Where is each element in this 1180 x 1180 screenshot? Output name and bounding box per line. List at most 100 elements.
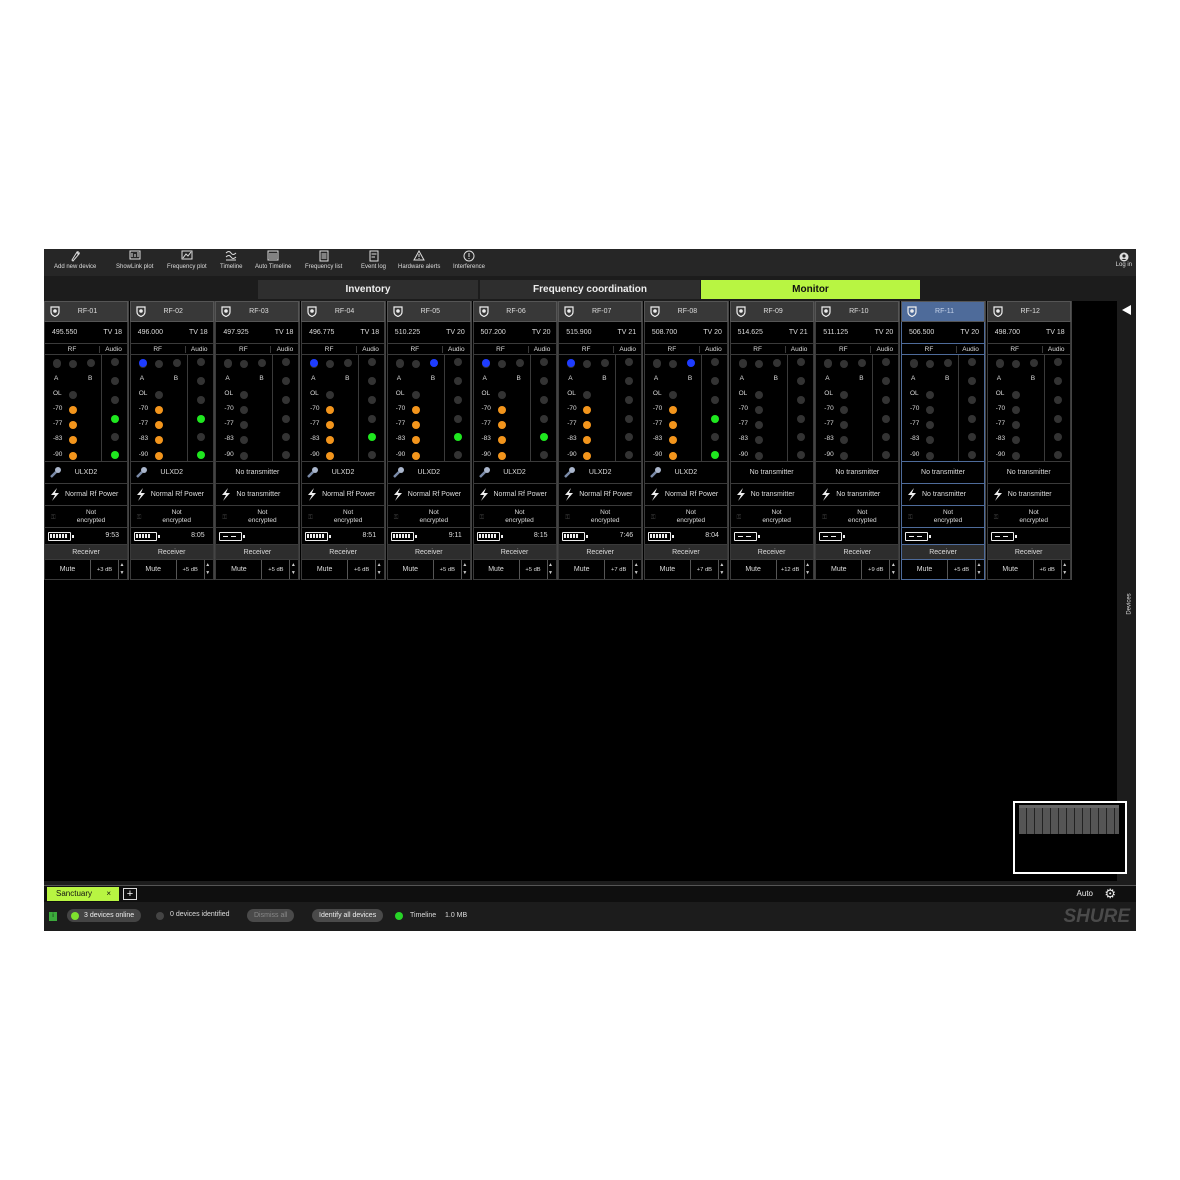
interference-button[interactable]: Interference	[453, 250, 485, 270]
mute-button[interactable]: Mute	[645, 560, 691, 579]
transmitter-row[interactable]: No transmitter	[815, 462, 900, 484]
channel-strip[interactable]: RF-01 495.550 TV 18 RF Audio A B OL -70 -7…	[44, 301, 129, 580]
transmitter-row[interactable]: No transmitter	[901, 462, 985, 484]
channel-strip[interactable]: RF-02 496.000 TV 18 RF Audio A B OL -70 -7…	[129, 301, 215, 580]
receiver-button[interactable]: Receiver	[901, 545, 985, 560]
channel-header[interactable]: RF-07	[558, 301, 643, 322]
gain-down-icon[interactable]: ▼	[290, 570, 296, 576]
login-button[interactable]: Log in	[1116, 252, 1132, 268]
mute-button[interactable]: Mute	[731, 560, 777, 579]
gain-up-icon[interactable]: ▲	[976, 562, 982, 568]
add-tab-button[interactable]: +	[123, 888, 137, 900]
channel-header[interactable]: RF-12	[986, 301, 1071, 322]
gain-up-icon[interactable]: ▲	[890, 562, 896, 568]
gain-down-icon[interactable]: ▼	[119, 570, 125, 576]
gain-down-icon[interactable]: ▼	[719, 570, 725, 576]
transmitter-row[interactable]: No transmitter	[215, 462, 300, 484]
gain-up-icon[interactable]: ▲	[719, 562, 725, 568]
channel-strip[interactable]: RF-06 507.200 TV 20 RF Audio A B OL -70 -7…	[472, 301, 558, 580]
frequency-row[interactable]: 506.500 TV 20	[901, 322, 985, 344]
receiver-button[interactable]: Receiver	[472, 545, 557, 560]
gain-up-icon[interactable]: ▲	[1062, 562, 1068, 568]
channel-strip[interactable]: RF-04 496.775 TV 18 RF Audio A B OL -70 -7…	[301, 301, 387, 580]
gain-down-icon[interactable]: ▼	[462, 570, 468, 576]
receiver-button[interactable]: Receiver	[129, 545, 214, 560]
frequency-row[interactable]: 496.000 TV 18	[129, 322, 214, 344]
frequency-row[interactable]: 514.625 TV 21	[729, 322, 814, 344]
mute-button[interactable]: Mute	[559, 560, 606, 579]
minimap[interactable]	[1013, 801, 1127, 874]
close-tab-icon[interactable]: ×	[106, 887, 111, 901]
identify-all-button[interactable]: Identify all devices	[312, 909, 384, 922]
channel-header[interactable]: RF-02	[129, 301, 214, 322]
channel-header[interactable]: RF-11	[901, 301, 985, 322]
receiver-button[interactable]: Receiver	[215, 545, 300, 560]
mute-button[interactable]: Mute	[45, 560, 91, 579]
gain-down-icon[interactable]: ▼	[548, 570, 554, 576]
gain-down-icon[interactable]: ▼	[805, 570, 811, 576]
devices-online-pill[interactable]: 3 devices online	[67, 909, 142, 922]
mute-button[interactable]: Mute	[388, 560, 434, 579]
gain-down-icon[interactable]: ▼	[633, 570, 639, 576]
transmitter-row[interactable]: ULXD2	[472, 462, 557, 484]
gain-up-icon[interactable]: ▲	[805, 562, 811, 568]
hardware-alerts-button[interactable]: Hardware alerts	[398, 250, 440, 270]
channel-header[interactable]: RF-01	[44, 301, 128, 322]
tab-monitor[interactable]: Monitor	[701, 280, 920, 299]
gain-up-icon[interactable]: ▲	[290, 562, 296, 568]
channel-header[interactable]: RF-06	[472, 301, 557, 322]
mute-button[interactable]: Mute	[474, 560, 520, 579]
auto-timeline-button[interactable]: Auto Timeline	[255, 250, 291, 270]
frequency-row[interactable]: 515.900 TV 21	[558, 322, 643, 344]
transmitter-row[interactable]: ULXD2	[386, 462, 471, 484]
frequency-row[interactable]: 508.700 TV 20	[643, 322, 728, 344]
channel-header[interactable]: RF-03	[215, 301, 300, 322]
receiver-button[interactable]: Receiver	[815, 545, 900, 560]
gain-up-icon[interactable]: ▲	[633, 562, 639, 568]
gain-down-icon[interactable]: ▼	[376, 570, 382, 576]
channel-strip[interactable]: RF-07 515.900 TV 21 RF Audio A B OL -70 -7…	[558, 301, 644, 580]
receiver-button[interactable]: Receiver	[986, 545, 1071, 560]
transmitter-row[interactable]: ULXD2	[558, 462, 643, 484]
channel-strip[interactable]: RF-09 514.625 TV 21 RF Audio A B OL -70 -7…	[729, 301, 815, 580]
frequency-plot-button[interactable]: Frequency plot	[167, 250, 207, 270]
venue-tab[interactable]: Sanctuary ×	[47, 887, 119, 901]
gain-up-icon[interactable]: ▲	[462, 562, 468, 568]
mute-button[interactable]: Mute	[902, 560, 948, 579]
channel-strip[interactable]: RF-08 508.700 TV 20 RF Audio A B OL -70 -7…	[643, 301, 729, 580]
receiver-button[interactable]: Receiver	[558, 545, 643, 560]
gain-down-icon[interactable]: ▼	[890, 570, 896, 576]
gain-down-icon[interactable]: ▼	[1062, 570, 1068, 576]
channel-strip[interactable]: RF-05 510.225 TV 20 RF Audio A B OL -70 -7…	[386, 301, 472, 580]
frequency-row[interactable]: 496.775 TV 18	[301, 322, 386, 344]
add-new-device-button[interactable]: Add new device	[54, 250, 96, 270]
frequency-row[interactable]: 510.225 TV 20	[386, 322, 471, 344]
receiver-button[interactable]: Receiver	[386, 545, 471, 560]
mute-button[interactable]: Mute	[988, 560, 1034, 579]
mute-button[interactable]: Mute	[216, 560, 263, 579]
event-log-button[interactable]: Event log	[361, 250, 386, 270]
channel-header[interactable]: RF-09	[729, 301, 814, 322]
tab-inventory[interactable]: Inventory	[258, 280, 478, 299]
frequency-row[interactable]: 498.700 TV 18	[986, 322, 1071, 344]
tab-frequency-coordination[interactable]: Frequency coordination	[480, 280, 700, 299]
transmitter-row[interactable]: No transmitter	[986, 462, 1071, 484]
receiver-button[interactable]: Receiver	[44, 545, 128, 560]
mute-button[interactable]: Mute	[816, 560, 863, 579]
channel-strip[interactable]: RF-12 498.700 TV 18 RF Audio A B OL -70 -7…	[986, 301, 1072, 580]
channel-strip[interactable]: RF-11 506.500 TV 20 RF Audio A B OL -70 -7…	[901, 301, 986, 580]
gain-up-icon[interactable]: ▲	[548, 562, 554, 568]
mute-button[interactable]: Mute	[302, 560, 349, 579]
mute-button[interactable]: Mute	[131, 560, 177, 579]
gain-up-icon[interactable]: ▲	[376, 562, 382, 568]
collapse-arrow-icon[interactable]	[1121, 304, 1132, 316]
transmitter-row[interactable]: ULXD2	[301, 462, 386, 484]
gain-down-icon[interactable]: ▼	[205, 570, 211, 576]
transmitter-row[interactable]: ULXD2	[44, 462, 128, 484]
channel-header[interactable]: RF-08	[643, 301, 728, 322]
gain-up-icon[interactable]: ▲	[119, 562, 125, 568]
channel-strip[interactable]: RF-03 497.925 TV 18 RF Audio A B OL -70 -7…	[215, 301, 301, 580]
receiver-button[interactable]: Receiver	[643, 545, 728, 560]
receiver-button[interactable]: Receiver	[729, 545, 814, 560]
frequency-list-button[interactable]: Frequency list	[305, 250, 342, 270]
